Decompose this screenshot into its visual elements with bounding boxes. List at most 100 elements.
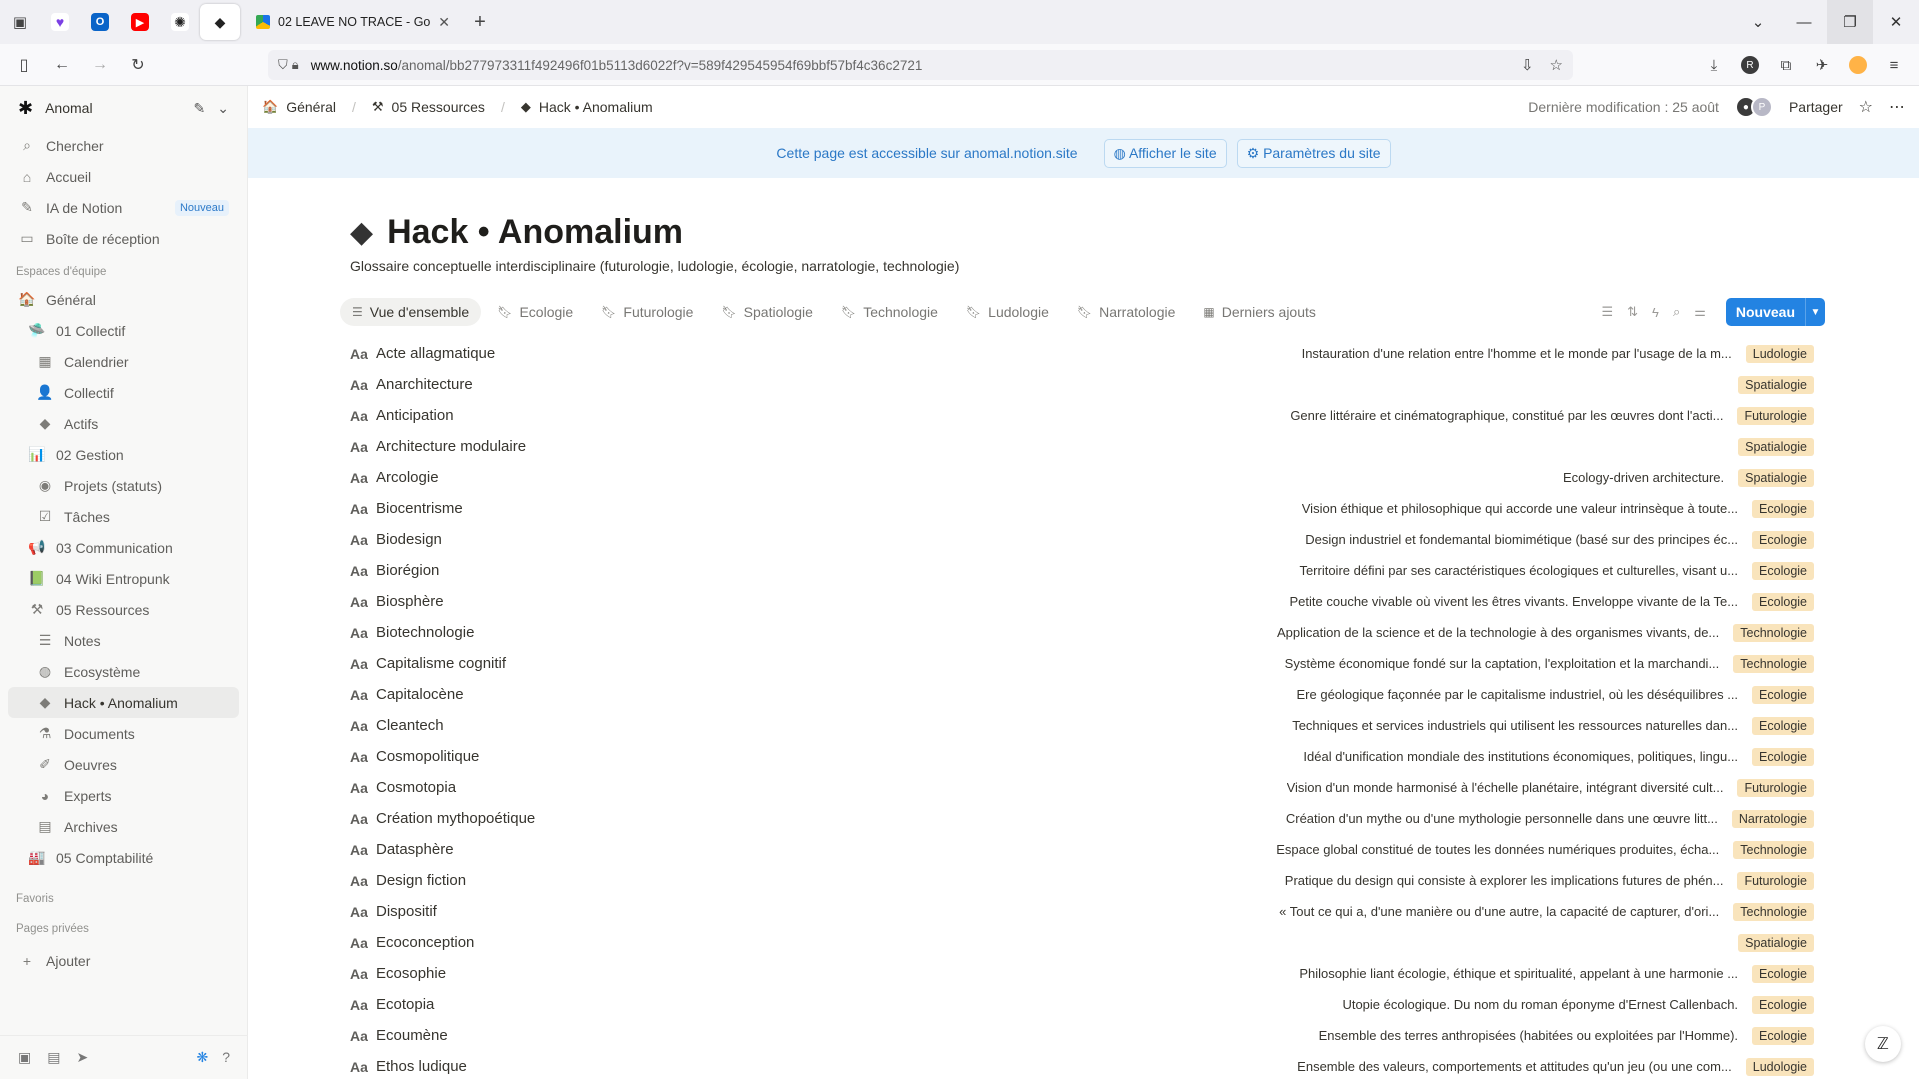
list-item[interactable]: Aa Dispositif « Tout ce qui a, d'une maniè… [350, 896, 1820, 927]
sidebar-item[interactable]: 📗 04 Wiki Entropunk [0, 563, 247, 594]
downloads-icon[interactable]: ⤓ [1699, 50, 1729, 80]
search-icon[interactable]: ⌕ [1673, 304, 1680, 320]
breadcrumb-item[interactable]: ◆ Hack • Anomalium [521, 99, 653, 115]
chevron-down-icon[interactable]: ⌄ [217, 100, 229, 117]
entry-name[interactable]: Anarchitecture [376, 376, 473, 393]
url-bar[interactable]: ⛉ 🔒︎ www.notion.so/anomal/bb277973311f49… [268, 50, 1573, 80]
sidebar-item[interactable]: ☑ Tâches [0, 501, 247, 532]
list-item[interactable]: Aa Ecosophie Philosophie liant écologie, é… [350, 958, 1820, 989]
install-app-icon[interactable]: ⇩ [1521, 56, 1534, 74]
emoji-extension-icon[interactable] [1849, 56, 1867, 74]
list-item[interactable]: Aa Arcologie Ecology-driven architecture. S… [350, 462, 1820, 493]
back-button[interactable]: ← [44, 49, 80, 81]
tab-overflow-icon[interactable]: ⌄ [1735, 0, 1781, 44]
page-title[interactable]: Hack • Anomalium [387, 213, 683, 252]
sidebar-item[interactable]: ✐ Oeuvres [0, 749, 247, 780]
sidebar-item-ia-de-notion[interactable]: ✎ IA de Notion Nouveau [0, 192, 247, 223]
entry-name[interactable]: Architecture modulaire [376, 438, 526, 455]
lock-icon[interactable]: 🔒︎ [292, 57, 299, 73]
sidebar-item[interactable]: ◆ Hack • Anomalium [8, 687, 239, 718]
sidebar-item[interactable]: ▦ Calendrier [0, 346, 247, 377]
site-settings-button[interactable]: ⚙ Paramètres du site [1236, 138, 1391, 168]
more-options-icon[interactable]: ⋯ [1889, 97, 1905, 117]
list-item[interactable]: Aa Biotechnologie Application de la scienc… [350, 617, 1820, 648]
sidebar-item[interactable]: 📢 03 Communication [0, 532, 247, 563]
breadcrumb-item[interactable]: ⚒ 05 Ressources [372, 99, 485, 115]
view-site-button[interactable]: ◍ Afficher le site [1103, 138, 1227, 168]
entry-name[interactable]: Cosmotopia [376, 779, 456, 796]
view-tab[interactable]: 🔖︎ Ludologie [954, 298, 1061, 326]
sort-icon[interactable]: ⇅ [1627, 304, 1638, 320]
page-diamond-icon[interactable]: ◆ [350, 215, 373, 250]
chevron-down-icon[interactable]: ▼ [1805, 298, 1825, 326]
entry-name[interactable]: Capitalocène [376, 686, 464, 703]
share-button[interactable]: Partager [1789, 99, 1843, 115]
list-item[interactable]: Aa Ethos ludique Ensemble des valeurs, com… [350, 1051, 1820, 1082]
collaborator-avatars[interactable]: ● P [1734, 96, 1773, 118]
entry-name[interactable]: Dispositif [376, 903, 437, 920]
reload-button[interactable]: ↻ [120, 49, 156, 81]
sidebar-item[interactable]: ◍ Ecosystème [0, 656, 247, 687]
list-item[interactable]: Aa Cleantech Techniques et services indust… [350, 710, 1820, 741]
notion-ai-help-icon[interactable]: ℤ [1865, 1026, 1901, 1062]
entry-name[interactable]: Biodesign [376, 531, 442, 548]
entry-name[interactable]: Ecoconception [376, 934, 474, 951]
list-item[interactable]: Aa Biosphère Petite couche vivable où vive… [350, 586, 1820, 617]
favorite-star-icon[interactable]: ☆ [1859, 97, 1873, 117]
list-item[interactable]: Aa Ecoconception Spatialogie [350, 927, 1820, 958]
tab-google-drive[interactable]: 02 LEAVE NO TRACE - Google D ✕ [246, 4, 460, 40]
new-entry-button[interactable]: Nouveau ▼ [1725, 298, 1825, 326]
list-item[interactable]: Aa Capitalocène Ere géologique façonnée pa… [350, 679, 1820, 710]
profile-avatar[interactable]: R [1741, 56, 1759, 74]
sidebar-item[interactable]: ⚗ Documents [0, 718, 247, 749]
notion-mail-icon[interactable]: ▤ [47, 1049, 60, 1066]
list-item[interactable]: Aa Architecture modulaire Spatialogie [350, 431, 1820, 462]
entry-name[interactable]: Datasphère [376, 841, 454, 858]
list-item[interactable]: Aa Biocentrisme Vision éthique et philosop… [350, 493, 1820, 524]
sidebar-item-bo-te-de-r-ception[interactable]: ▭ Boîte de réception [0, 223, 247, 254]
tab-list-icon[interactable]: ▣ [0, 0, 40, 44]
list-item[interactable]: Aa Cosmopolitique Idéal d'unification mond… [350, 741, 1820, 772]
sidebar-item[interactable]: 🛸 01 Collectif [0, 315, 247, 346]
list-item[interactable]: Aa Création mythopoétique Création d'un my… [350, 803, 1820, 834]
filter-icon[interactable]: ☰ [1601, 304, 1613, 320]
entry-name[interactable]: Biotechnologie [376, 624, 474, 641]
automation-icon[interactable]: ϟ [1652, 305, 1659, 320]
view-tab[interactable]: ☰ Vue d'ensemble [340, 298, 482, 326]
sidebar-item[interactable]: 🏭 05 Comptabilité [0, 842, 247, 873]
sidebar-item[interactable]: 👤 Collectif [0, 377, 247, 408]
menu-icon[interactable]: ≡ [1879, 50, 1909, 80]
sidebar-item[interactable]: ◕ Experts [0, 780, 247, 811]
restore-button[interactable]: ❐ [1827, 0, 1873, 44]
pinned-tab-outlook[interactable]: O [80, 0, 120, 44]
breadcrumb-item[interactable]: 🏠 Général [262, 99, 336, 115]
list-item[interactable]: Aa Anarchitecture Spatialogie [350, 369, 1820, 400]
list-item[interactable]: Aa Acte allagmatique Instauration d'une re… [350, 338, 1820, 369]
view-tab[interactable]: 🔖︎ Narratologie [1065, 298, 1188, 326]
entry-name[interactable]: Création mythopoétique [376, 810, 535, 827]
entry-name[interactable]: Cleantech [376, 717, 444, 734]
list-item[interactable]: Aa Ecotopia Utopie écologique. Du nom du r… [350, 989, 1820, 1020]
pinned-tab-heart[interactable]: ♥ [40, 0, 80, 44]
entry-name[interactable]: Ecoumène [376, 1027, 448, 1044]
add-page-button[interactable]: + Ajouter [0, 945, 247, 976]
entry-name[interactable]: Acte allagmatique [376, 345, 495, 362]
entry-name[interactable]: Capitalisme cognitif [376, 655, 506, 672]
view-tab[interactable]: ▦ Derniers ajouts [1191, 298, 1328, 326]
list-item[interactable]: Aa Biorégion Territoire défini par ses car… [350, 555, 1820, 586]
sidebar-toggle-icon[interactable]: ▯ [6, 49, 42, 81]
sidebar-item-chercher[interactable]: ⌕ Chercher [0, 130, 247, 161]
extensions-icon[interactable]: ⧉ [1771, 50, 1801, 80]
entry-name[interactable]: Design fiction [376, 872, 466, 889]
templates-icon[interactable]: ❋ [196, 1049, 208, 1066]
entry-name[interactable]: Ecosophie [376, 965, 446, 982]
list-item[interactable]: Aa Capitalisme cognitif Système économique… [350, 648, 1820, 679]
entry-name[interactable]: Anticipation [376, 407, 454, 424]
sidebar-item[interactable]: ☰ Notes [0, 625, 247, 656]
pinned-tab-notion[interactable]: ◆ [200, 4, 240, 40]
list-item[interactable]: Aa Datasphère Espace global constitué de t… [350, 834, 1820, 865]
entry-name[interactable]: Biocentrisme [376, 500, 463, 517]
list-item[interactable]: Aa Anticipation Genre littéraire et cinéma… [350, 400, 1820, 431]
entry-name[interactable]: Ecotopia [376, 996, 434, 1013]
sidebar-item-accueil[interactable]: ⌂ Accueil [0, 161, 247, 192]
